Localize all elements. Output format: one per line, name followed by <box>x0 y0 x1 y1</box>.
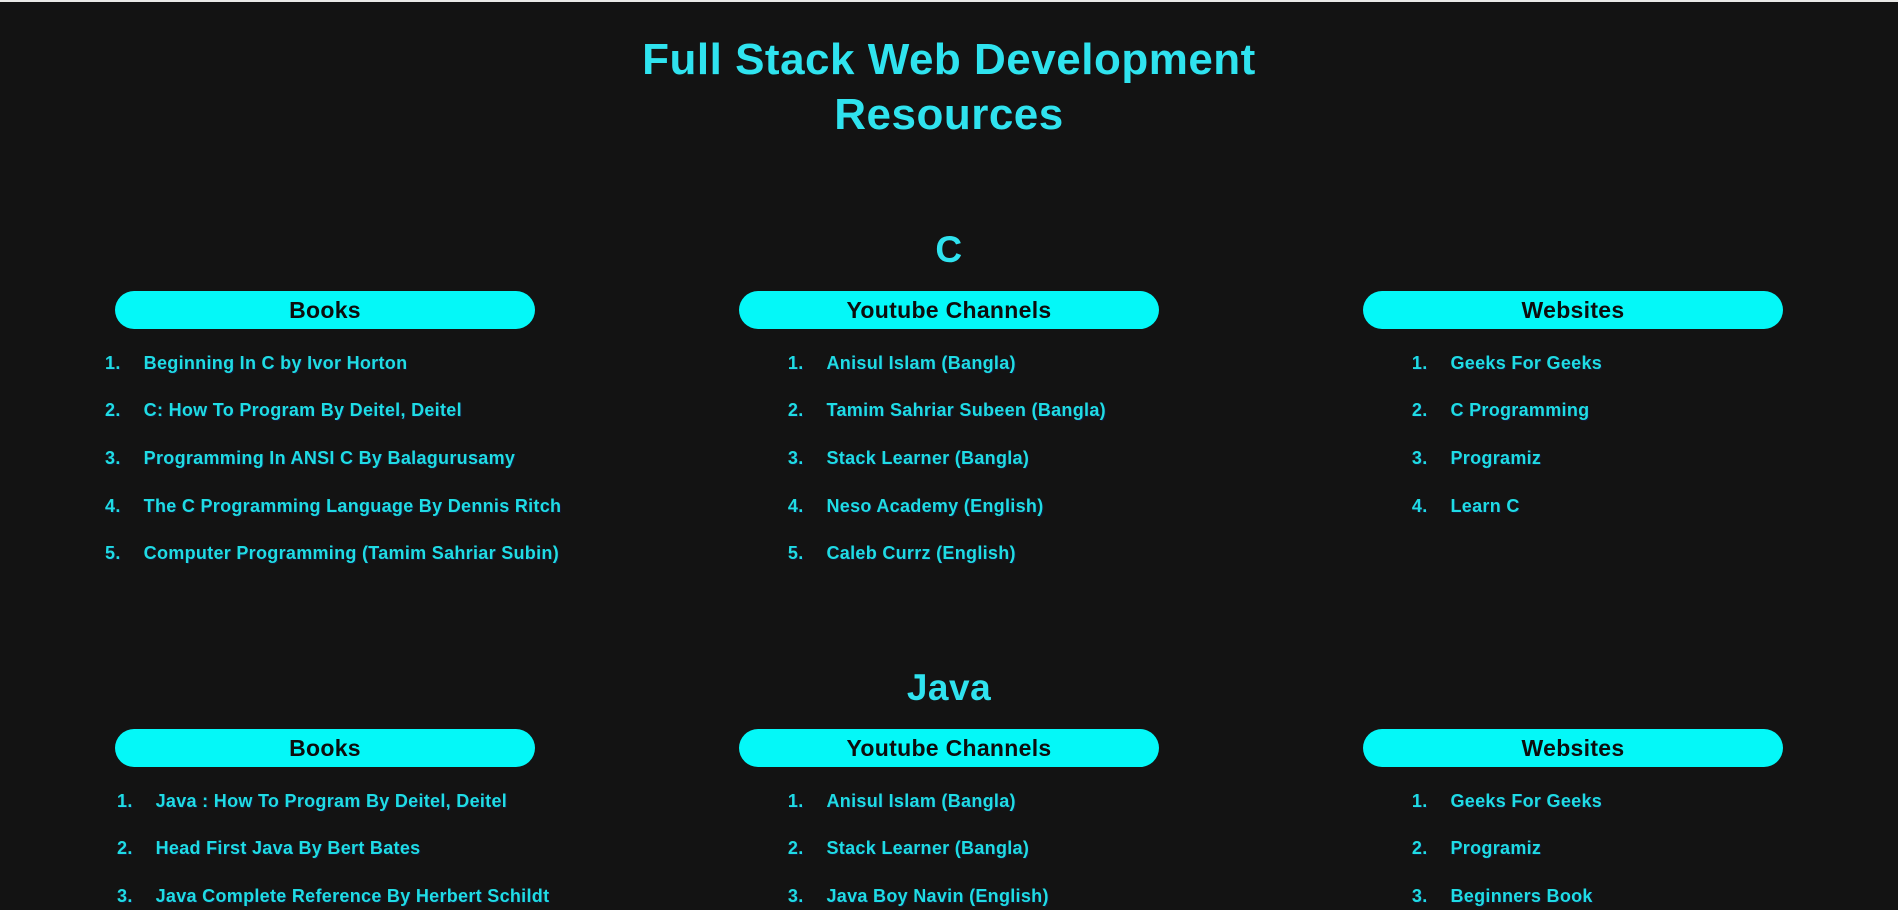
list-item: Java Boy Navin (English) <box>772 886 1049 907</box>
list-item: Programiz <box>1396 838 1542 859</box>
list-item: Geeks For Geeks <box>1396 790 1603 812</box>
java-youtube-header-pill: Youtube Channels <box>739 728 1159 767</box>
list-item: The C Programming Language By Dennis Rit… <box>89 495 562 517</box>
c-books-header-pill: Books <box>115 290 535 329</box>
list-item: Computer Programming (Tamim Sahriar Subi… <box>89 543 559 564</box>
c-books-column: Books Beginning In C by Ivor Horton C: H… <box>13 290 637 591</box>
list-item: Neso Academy (English) <box>772 495 1044 517</box>
java-websites-list: Geeks For Geeks Programiz Beginners Book <box>1396 791 1751 908</box>
java-youtube-column: Youtube Channels Anisul Islam (Bangla) S… <box>637 728 1261 910</box>
c-youtube-column: Youtube Channels Anisul Islam (Bangla) T… <box>637 290 1261 591</box>
list-item: Java : How To Program By Deitel, Deitel <box>101 790 508 812</box>
list-item: Head First Java By Bert Bates <box>101 838 421 859</box>
list-item: Anisul Islam (Bangla) <box>772 352 1016 374</box>
list-item: C Programming <box>1396 400 1590 421</box>
list-item: Java Complete Reference By Herbert Schil… <box>101 886 550 907</box>
list-item: Stack Learner (Bangla) <box>772 838 1030 859</box>
list-item: Geeks For Geeks <box>1396 352 1603 374</box>
c-books-list: Beginning In C by Ivor Horton C: How To … <box>89 353 562 565</box>
section-java: Java Books Java : How To Program By Deit… <box>0 667 1898 910</box>
c-websites-header-pill: Websites <box>1363 290 1783 329</box>
java-websites-header-pill: Websites <box>1363 728 1783 767</box>
section-c-heading: C <box>935 228 963 270</box>
java-books-header-pill: Books <box>115 728 535 767</box>
list-item: Beginners Book <box>1396 886 1593 907</box>
list-item: Anisul Islam (Bangla) <box>772 790 1016 812</box>
c-websites-list: Geeks For Geeks C Programming Programiz … <box>1396 353 1751 517</box>
list-item: Programming In ANSI C By Balagurusamy <box>89 448 516 469</box>
page-title: Full Stack Web Development Resources <box>642 35 1256 140</box>
java-youtube-list: Anisul Islam (Bangla) Stack Learner (Ban… <box>772 791 1127 908</box>
section-java-columns: Books Java : How To Program By Deitel, D… <box>13 728 1885 910</box>
list-item: Caleb Currz (English) <box>772 543 1016 564</box>
list-item: Beginning In C by Ivor Horton <box>89 352 408 374</box>
c-youtube-header-pill: Youtube Channels <box>739 290 1159 329</box>
list-item: Stack Learner (Bangla) <box>772 448 1030 469</box>
c-youtube-list: Anisul Islam (Bangla) Tamim Sahriar Sube… <box>772 353 1127 565</box>
list-item: Programiz <box>1396 448 1542 469</box>
section-c-columns: Books Beginning In C by Ivor Horton C: H… <box>13 290 1885 591</box>
c-websites-column: Websites Geeks For Geeks C Programming P… <box>1261 290 1885 591</box>
section-c: C Books Beginning In C by Ivor Horton C:… <box>0 229 1898 591</box>
section-java-heading: Java <box>906 666 992 708</box>
window-top-edge <box>0 0 1898 2</box>
java-websites-column: Websites Geeks For Geeks Programiz Begin… <box>1261 728 1885 910</box>
list-item: Learn C <box>1396 495 1520 517</box>
java-books-list: Java : How To Program By Deitel, Deitel … <box>101 791 550 908</box>
list-item: Tamim Sahriar Subeen (Bangla) <box>772 400 1106 421</box>
list-item: C: How To Program By Deitel, Deitel <box>89 400 462 421</box>
java-books-column: Books Java : How To Program By Deitel, D… <box>13 728 637 910</box>
